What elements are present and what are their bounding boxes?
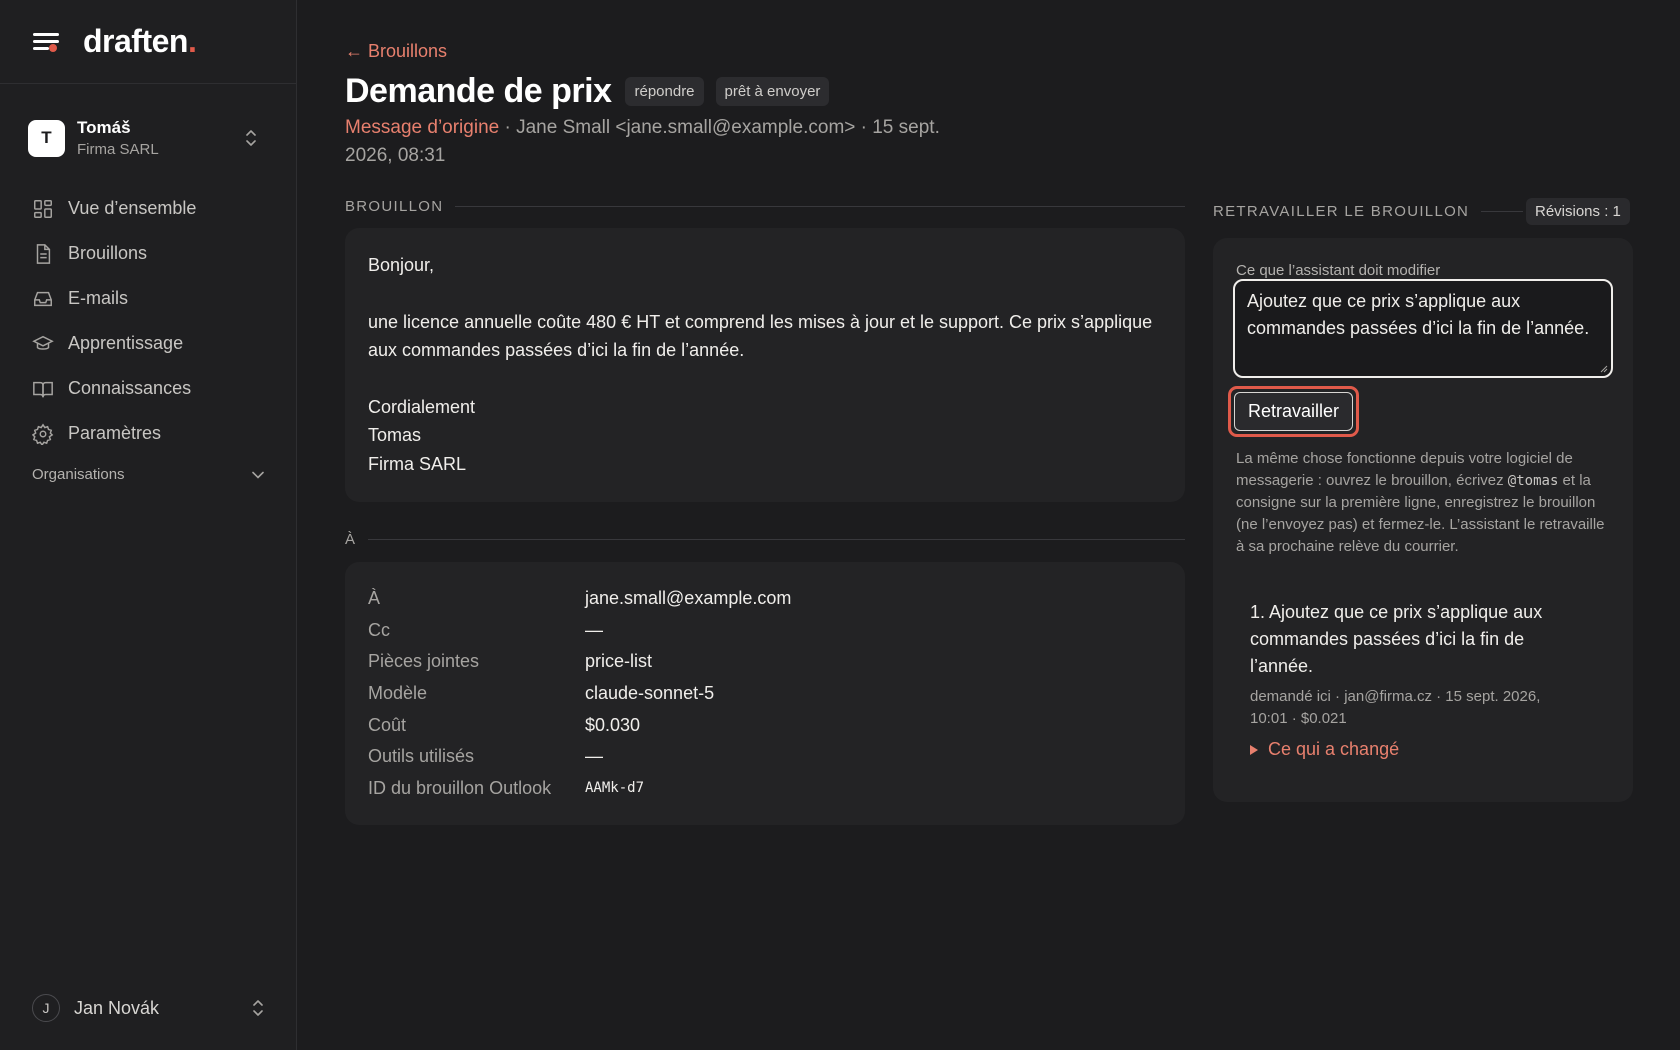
account-switcher[interactable]: T Tomáš Firma SARL xyxy=(28,116,268,160)
draft-body: Bonjour, une licence annuelle coûte 480 … xyxy=(345,228,1185,501)
account-name: Tomáš xyxy=(77,118,131,137)
details-card: Àjane.small@example.com Cc — Pièces joint… xyxy=(345,562,1185,825)
draft-line: Cordialement xyxy=(368,396,476,417)
what-changed-toggle[interactable]: Ce qui a changé xyxy=(1250,739,1580,760)
chevron-updown-icon xyxy=(246,130,256,146)
origin-message-link[interactable]: Message d’origine xyxy=(345,117,499,138)
divider xyxy=(455,206,1185,207)
detail-key: Coût xyxy=(368,714,407,735)
dashboard-icon xyxy=(34,199,52,218)
details-section-title: À xyxy=(345,531,357,548)
brand-logo[interactable]: draften. xyxy=(83,23,197,60)
type-badge: répondre xyxy=(625,77,704,106)
chevron-down-icon xyxy=(252,471,264,479)
draft-line xyxy=(368,365,1162,393)
account-org: Firma SARL xyxy=(77,141,159,158)
origin-meta: Message d’origine · Jane Small <jane.sma… xyxy=(345,114,985,170)
detail-row-to: Àjane.small@example.com xyxy=(368,583,1162,615)
detail-key: À xyxy=(368,588,381,609)
graduation-cap-icon xyxy=(32,335,54,350)
detail-value: AAMk-d7 xyxy=(585,780,645,797)
draft-line xyxy=(368,280,1162,308)
detail-key: Outils utilisés xyxy=(368,746,475,767)
sidebar: draften. T Tomáš Firma SARL Vue d’ensemb… xyxy=(0,0,297,1050)
draft-section-header: BROUILLON xyxy=(345,198,1185,215)
back-to-drafts-link[interactable]: ← Brouillons xyxy=(345,41,447,62)
detail-key: Modèle xyxy=(368,683,428,704)
nav-item-label: Apprentissage xyxy=(68,333,184,353)
nav-item-drafts[interactable]: Brouillons xyxy=(32,231,272,276)
nav-item-overview[interactable]: Vue d’ensemble xyxy=(32,186,272,231)
detail-row-outlook-id: ID du brouillon Outlook AAMk-d7 xyxy=(368,773,1162,805)
document-icon xyxy=(36,243,51,264)
nav-item-knowledge[interactable]: Connaissances xyxy=(32,366,272,411)
detail-row-model: Modèle claude-sonnet-5 xyxy=(368,678,1162,710)
nav-item-label: Vue d’ensemble xyxy=(68,198,197,218)
divider xyxy=(368,539,1185,540)
detail-row-cost: Coût $0.030 xyxy=(368,709,1162,741)
rework-button-focus-ring: Retravailler xyxy=(1228,386,1360,437)
revision-meta: demandé ici · jan@firma.cz · 15 sept. 20… xyxy=(1250,688,1541,727)
detail-value: — xyxy=(585,619,603,640)
triangle-right-icon xyxy=(1250,744,1258,755)
organisations-toggle[interactable]: Organisations xyxy=(32,466,264,483)
brand-bar: draften. xyxy=(0,0,296,84)
nav-item-label: Brouillons xyxy=(68,243,148,263)
draft-line: Tomas xyxy=(368,425,422,445)
detail-row-cc: Cc — xyxy=(368,615,1162,647)
inbox-icon xyxy=(34,291,52,306)
nav-item-emails[interactable]: E-mails xyxy=(32,276,272,321)
detail-row-attachments: Pièces jointes price-list xyxy=(368,646,1162,678)
instruction-label: Ce que l’assistant doit modifier xyxy=(1236,262,1441,279)
attachment-link[interactable]: price-list xyxy=(585,651,652,672)
status-badge: prêt à envoyer xyxy=(715,77,830,106)
nav-item-label: Paramètres xyxy=(68,423,162,443)
chevron-updown-icon xyxy=(253,1000,263,1016)
what-changed-label: Ce qui a changé xyxy=(1268,739,1400,759)
draft-line: Bonjour, xyxy=(368,255,435,275)
divider xyxy=(1481,211,1523,212)
email-client-hint: La même chose fonctionne depuis votre lo… xyxy=(1236,448,1616,558)
nav-item-label: Connaissances xyxy=(68,378,192,398)
title-row: Demande de prix répondre prêt à envoyer xyxy=(345,72,841,111)
revision-item: 1. Ajoutez que ce prix s’applique aux co… xyxy=(1250,599,1580,760)
draft-card: Bonjour, une licence annuelle coûte 480 … xyxy=(345,228,1185,502)
user-menu[interactable]: J Jan Novák xyxy=(32,994,268,1022)
draft-section-title: BROUILLON xyxy=(345,198,444,215)
instruction-textarea[interactable]: Ajoutez que ce prix s’applique aux comma… xyxy=(1233,279,1613,378)
nav-item-learning[interactable]: Apprentissage xyxy=(32,321,272,366)
nav-item-settings[interactable]: Paramètres xyxy=(32,411,272,456)
gear-icon xyxy=(32,423,54,445)
menu-icon[interactable] xyxy=(33,31,59,53)
user-name: Jan Novák xyxy=(74,997,160,1018)
detail-value: $0.030 xyxy=(585,714,641,735)
detail-key: Cc xyxy=(368,619,390,640)
resize-handle-icon[interactable] xyxy=(1598,363,1608,373)
page-title: Demande de prix xyxy=(345,72,612,110)
revisions-badge: Révisions : 1 xyxy=(1526,198,1630,225)
revision-text: 1. Ajoutez que ce prix s’applique aux co… xyxy=(1250,602,1543,676)
rework-section-title: RETRAVAILLER LE BROUILLON xyxy=(1213,203,1470,220)
hint-code: @tomas xyxy=(1507,473,1559,489)
detail-value: jane.small@example.com xyxy=(585,588,792,609)
details-section-header: À xyxy=(345,531,1185,548)
rework-section-header: RETRAVAILLER LE BROUILLON xyxy=(1213,203,1523,220)
detail-key: Pièces jointes xyxy=(368,651,480,672)
avatar: J xyxy=(32,994,60,1022)
rework-button[interactable]: Retravailler xyxy=(1234,392,1354,431)
nav-item-label: E-mails xyxy=(68,288,129,308)
draft-line: une licence annuelle coûte 480 € HT et c… xyxy=(368,311,1153,361)
draft-line: Firma SARL xyxy=(368,453,467,474)
detail-row-tools: Outils utilisés — xyxy=(368,741,1162,773)
book-icon xyxy=(33,381,53,397)
instruction-text: Ajoutez que ce prix s’applique aux comma… xyxy=(1247,291,1590,338)
detail-key: ID du brouillon Outlook xyxy=(368,777,552,798)
organisations-label: Organisations xyxy=(32,466,125,483)
detail-value: claude-sonnet-5 xyxy=(585,683,715,704)
detail-value: — xyxy=(585,746,603,767)
main-nav: Vue d’ensemble Brouillons E-mails Appren… xyxy=(32,186,272,456)
account-avatar: T xyxy=(28,119,65,157)
